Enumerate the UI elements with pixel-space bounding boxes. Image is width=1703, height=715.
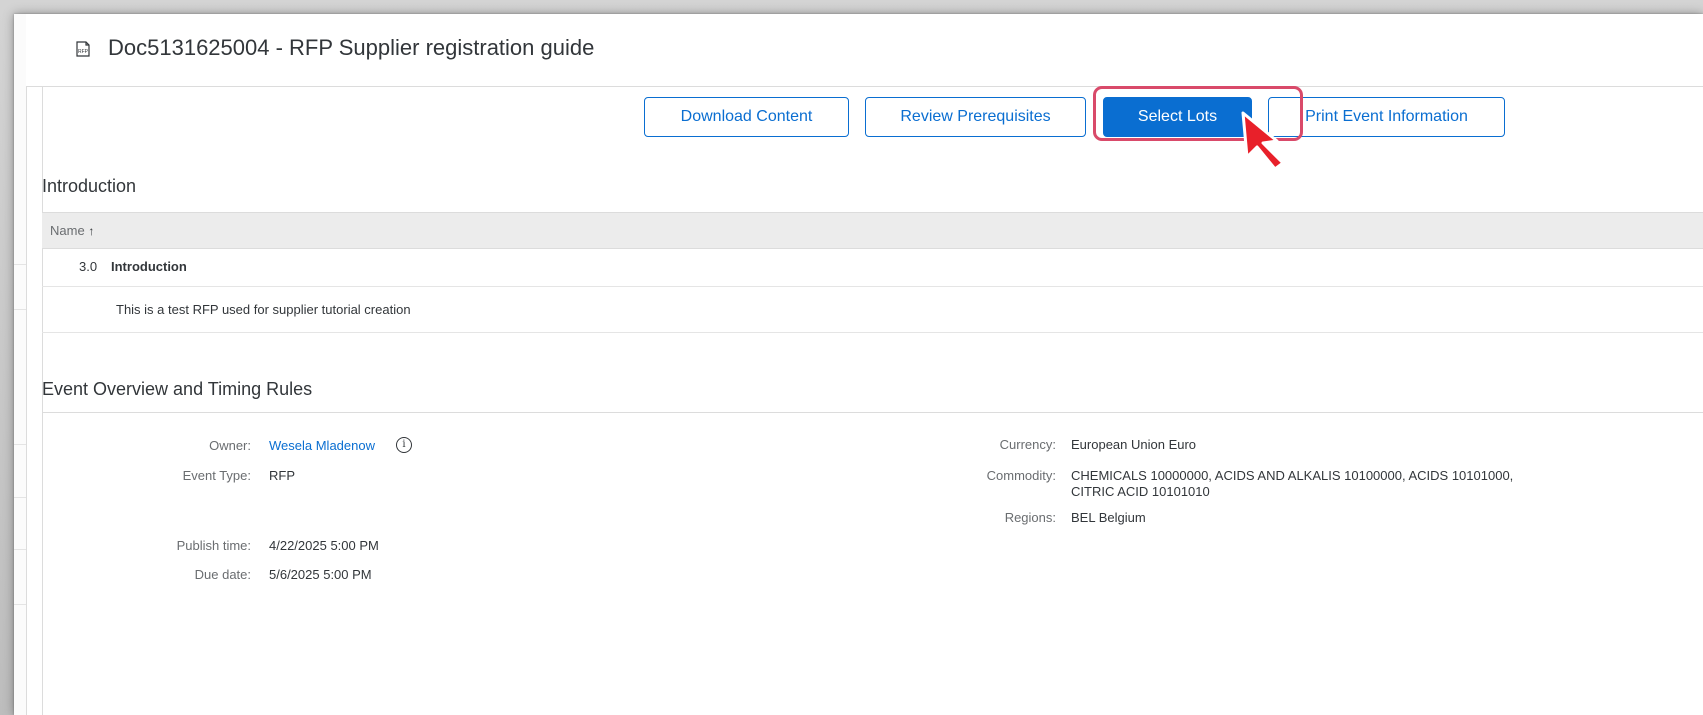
left-side-panel [14,14,27,715]
currency-label: Currency: [999,437,1056,452]
currency-value: European Union Euro [1071,437,1197,452]
event-type-value: RFP [269,468,295,483]
name-column-label: Name [50,223,85,238]
owner-label: Owner: [209,438,251,453]
panel-divider [14,549,26,550]
publish-time-value: 4/22/2025 5:00 PM [269,538,379,553]
commodity-label: Commodity: [986,468,1056,483]
page-title: Doc5131625004 - RFP Supplier registratio… [108,35,595,60]
panel-divider [14,264,26,265]
rfp-document-icon: RFP [76,41,90,57]
publish-time-label: Publish time: [176,538,251,553]
panel-divider [14,497,26,498]
row-name: Introduction [111,259,187,274]
content-area [42,87,1703,715]
regions-label: Regions: [1004,510,1056,525]
print-event-information-button[interactable]: Print Event Information [1268,97,1505,137]
introduction-heading: Introduction [42,176,137,196]
review-prerequisites-button[interactable]: Review Prerequisites [865,97,1086,137]
page-header: RFP Doc5131625004 - RFP Supplier registr… [26,14,1703,87]
panel-divider [14,444,26,445]
section-divider [42,412,1703,413]
commodity-value-line1: CHEMICALS 10000000, ACIDS AND ALKALIS 10… [1071,468,1514,483]
commodity-value-line2: CITRIC ACID 10101010 [1071,484,1210,499]
owner-link[interactable]: Wesela Mladenow [269,438,375,453]
event-overview-heading: Event Overview and Timing Rules [42,379,313,399]
table-header: Name ↑ [42,212,1703,249]
panel-divider [14,309,26,310]
due-date-value: 5/6/2025 5:00 PM [269,567,372,582]
name-column-header[interactable]: Name ↑ [50,223,94,238]
info-icon[interactable]: i [396,437,412,453]
panel-divider [14,604,26,605]
regions-value: BEL Belgium [1071,510,1146,525]
event-type-label: Event Type: [182,468,251,483]
svg-text:RFP: RFP [78,49,89,55]
row-number: 3.0 [79,259,98,274]
due-date-label: Due date: [194,567,251,582]
table-row[interactable]: 3.0 Introduction [42,248,1703,287]
sort-ascending-icon: ↑ [88,224,95,238]
download-content-button[interactable]: Download Content [644,97,849,137]
mouse-pointer-icon [1241,111,1285,171]
introduction-description: This is a test RFP used for supplier tut… [116,302,411,317]
table-row-description: This is a test RFP used for supplier tut… [42,287,1703,333]
